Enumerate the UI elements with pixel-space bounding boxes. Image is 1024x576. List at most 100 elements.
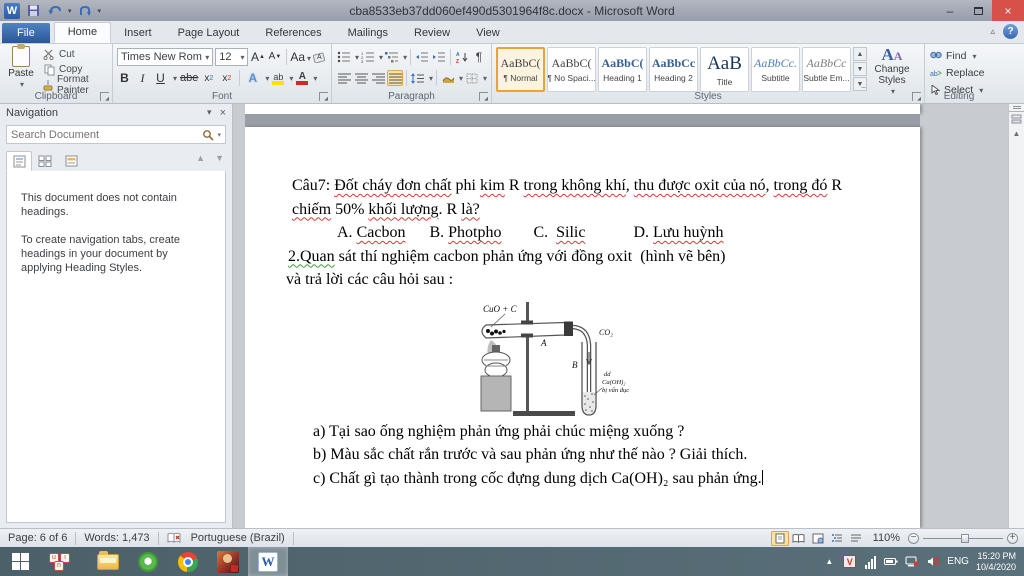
qat-customize-icon[interactable]: ▾ (98, 7, 102, 15)
network-icon[interactable] (905, 555, 919, 569)
word-count[interactable]: Words: 1,473 (76, 529, 157, 547)
text-effects-button[interactable]: A (245, 69, 260, 87)
font-dialog-launcher-icon[interactable] (319, 92, 328, 101)
underline-dropdown-icon[interactable] (171, 72, 177, 84)
print-layout-view-button[interactable] (771, 531, 789, 546)
zoom-in-icon[interactable]: + (1007, 533, 1018, 544)
tab-home[interactable]: Home (54, 22, 111, 43)
input-language[interactable]: ENG (947, 556, 969, 567)
zoom-slider[interactable]: − + (908, 533, 1018, 544)
font-size-combo[interactable]: 12 (215, 48, 248, 66)
clear-formatting-button[interactable]: A (312, 48, 327, 66)
styles-scroll-down-icon[interactable]: ▼ (853, 62, 867, 76)
align-center-button[interactable] (353, 70, 369, 86)
justify-button[interactable] (387, 70, 403, 86)
font-color-dropdown-icon[interactable] (311, 72, 317, 84)
paragraph-dialog-launcher-icon[interactable] (479, 92, 488, 101)
spellcheck-status[interactable] (159, 529, 189, 547)
font-family-combo[interactable]: Times New Rom (117, 48, 213, 66)
tab-references[interactable]: References (252, 24, 334, 43)
page-indicator[interactable]: Page: 6 of 6 (0, 529, 75, 547)
shading-button[interactable] (440, 70, 456, 86)
volume-muted-icon[interactable] (926, 555, 940, 569)
bold-button[interactable]: B (117, 69, 132, 87)
numbering-dropdown-icon[interactable] (377, 51, 383, 63)
shrink-font-button[interactable]: A▼ (267, 48, 282, 66)
signal-icon[interactable] (863, 555, 877, 569)
find-button[interactable]: Find (930, 48, 985, 63)
tab-review[interactable]: Review (401, 24, 463, 43)
line-spacing-button[interactable] (410, 70, 426, 86)
language-indicator[interactable]: Portuguese (Brazil) (189, 529, 293, 547)
start-button[interactable] (0, 547, 40, 576)
font-color-button[interactable]: A (296, 72, 308, 85)
unikey-tray-icon[interactable]: V (843, 555, 856, 568)
taskbar-file-explorer[interactable] (88, 547, 128, 576)
replace-button[interactable]: ab Replace (930, 65, 985, 80)
doc-line[interactable]: và trả lời các câu hỏi sau : (245, 268, 920, 292)
style-heading-1[interactable]: AaBbC( Heading 1 (598, 47, 647, 92)
search-dropdown-icon[interactable]: ▾ (217, 131, 221, 139)
highlight-dropdown-icon[interactable] (287, 72, 293, 84)
taskbar-unikey[interactable]: uin (40, 547, 80, 576)
minimize-button[interactable]: – (936, 0, 964, 21)
line-spacing-dropdown-icon[interactable] (427, 72, 433, 84)
navigation-close-icon[interactable]: × (220, 107, 226, 119)
taskbar-coccoc[interactable] (128, 547, 168, 576)
taskbar-game[interactable] (208, 547, 248, 576)
tab-view[interactable]: View (463, 24, 513, 43)
bullets-dropdown-icon[interactable] (353, 51, 359, 63)
zoom-level[interactable]: 110% (873, 532, 900, 544)
subscript-button[interactable]: x2 (201, 69, 216, 87)
style-subtle-emphasis[interactable]: AaBbCc Subtle Em... (802, 47, 851, 92)
grow-font-button[interactable]: A▲ (250, 48, 265, 66)
doc-line[interactable]: 2.Quan sát thí nghiệm cacbon phản ứng vớ… (245, 245, 920, 269)
undo-button[interactable] (46, 3, 64, 19)
search-icon[interactable] (202, 129, 214, 141)
document-page[interactable]: Câu7: Đốt cháy đơn chất phi kim R trong … (245, 127, 920, 528)
tab-mailings[interactable]: Mailings (335, 24, 401, 43)
split-handle[interactable] (1009, 104, 1024, 112)
zoom-out-icon[interactable]: − (908, 533, 919, 544)
change-styles-button[interactable]: AA Change Styles (869, 47, 915, 97)
minimize-ribbon-icon[interactable]: ▵ (990, 26, 995, 37)
chemistry-diagram[interactable]: CuO + C A B CO₂ dd Ca(OH)₂ bị vẩn đục (475, 300, 650, 424)
tab-insert[interactable]: Insert (111, 24, 165, 43)
style-subtitle[interactable]: AaBbCc. Subtitle (751, 47, 800, 92)
save-button[interactable] (24, 3, 42, 19)
cut-button[interactable]: Cut (42, 47, 112, 62)
show-hide-paragraph-button[interactable]: ¶ (471, 49, 487, 65)
borders-button[interactable] (464, 70, 480, 86)
undo-dropdown-icon[interactable]: ▾ (68, 7, 72, 15)
decrease-indent-button[interactable] (414, 49, 430, 65)
change-case-button[interactable]: Aa (291, 48, 310, 66)
numbering-button[interactable]: 123 (360, 49, 376, 65)
text-effects-dropdown-icon[interactable] (263, 72, 269, 84)
shading-dropdown-icon[interactable] (457, 72, 463, 84)
scroll-up-icon[interactable]: ▲ (1009, 126, 1024, 140)
style-no-spacing[interactable]: AaBbC( ¶ No Spaci... (547, 47, 596, 92)
strikethrough-button[interactable]: abe (180, 69, 198, 87)
restore-button[interactable] (964, 0, 992, 21)
increase-indent-button[interactable] (431, 49, 447, 65)
word-app-icon[interactable]: W (4, 3, 20, 19)
italic-button[interactable]: I (135, 69, 150, 87)
vertical-scrollbar[interactable]: ▲ (1008, 104, 1024, 528)
align-right-button[interactable] (370, 70, 386, 86)
web-layout-view-button[interactable] (809, 531, 827, 546)
align-left-button[interactable] (336, 70, 352, 86)
style-normal[interactable]: AaBbC( ¶ Normal (496, 47, 545, 92)
outline-view-button[interactable] (828, 531, 846, 546)
superscript-button[interactable]: x2 (219, 69, 234, 87)
doc-line[interactable]: b) Màu sắc chất rắn trước và sau phản ứn… (245, 443, 920, 467)
taskbar-word[interactable]: W (248, 547, 288, 576)
navigation-options-dropdown-icon[interactable]: ▾ (207, 107, 212, 119)
highlight-button[interactable]: ab (272, 72, 284, 85)
help-icon[interactable]: ? (1003, 24, 1018, 39)
sort-button[interactable]: AZ (454, 49, 470, 65)
paste-button[interactable]: Paste (3, 46, 39, 90)
repeat-button[interactable] (76, 3, 94, 19)
bullets-button[interactable] (336, 49, 352, 65)
clock[interactable]: 15:20 PM 10/4/2020 (976, 551, 1016, 573)
tab-page-layout[interactable]: Page Layout (165, 24, 253, 43)
